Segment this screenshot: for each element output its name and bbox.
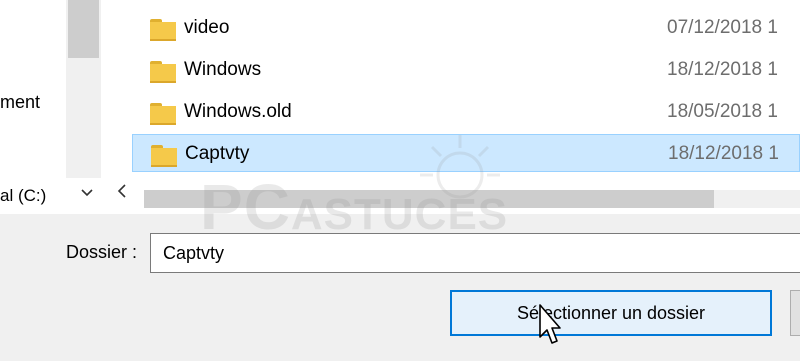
select-folder-button[interactable]: Sélectionner un dossier — [450, 290, 772, 336]
file-date: 18/12/2018 1 — [667, 59, 778, 80]
file-name: Captvty — [185, 143, 250, 164]
folder-icon — [151, 145, 177, 167]
file-row-windows[interactable]: Windows 18/12/2018 1 — [132, 51, 800, 89]
file-date: 18/12/2018 1 — [668, 143, 779, 164]
folder-icon — [150, 103, 176, 125]
mouse-pointer-icon — [538, 303, 562, 353]
chevron-down-icon[interactable] — [80, 186, 94, 200]
file-date: 18/05/2018 1 — [667, 101, 778, 122]
folder-icon — [150, 61, 176, 83]
horizontal-scrollbar-track[interactable] — [714, 190, 800, 208]
chevron-left-icon[interactable] — [116, 182, 128, 205]
file-row-windows-old[interactable]: Windows.old 18/05/2018 1 — [132, 93, 800, 131]
folder-icon — [150, 19, 176, 41]
file-name: video — [184, 17, 230, 38]
file-row-video[interactable]: video 07/12/2018 1 — [132, 9, 800, 47]
file-name: Windows — [184, 59, 262, 80]
file-list: video 07/12/2018 1 Windows 18/12/2018 1 … — [128, 0, 800, 178]
horizontal-scrollbar-thumb[interactable] — [144, 190, 714, 208]
folder-input[interactable]: Captvty — [150, 233, 800, 273]
file-name: Windows.old — [184, 101, 292, 122]
cancel-button[interactable] — [790, 290, 800, 336]
file-date: 07/12/2018 1 — [667, 17, 778, 38]
nav-item-partial[interactable]: ment — [0, 92, 40, 113]
nav-scrollbar-thumb[interactable] — [68, 0, 99, 58]
file-row-captvty[interactable]: Captvty 18/12/2018 1 — [132, 134, 800, 172]
drive-label[interactable]: al (C:) — [0, 178, 46, 214]
folder-label: Dossier : — [66, 242, 138, 262]
